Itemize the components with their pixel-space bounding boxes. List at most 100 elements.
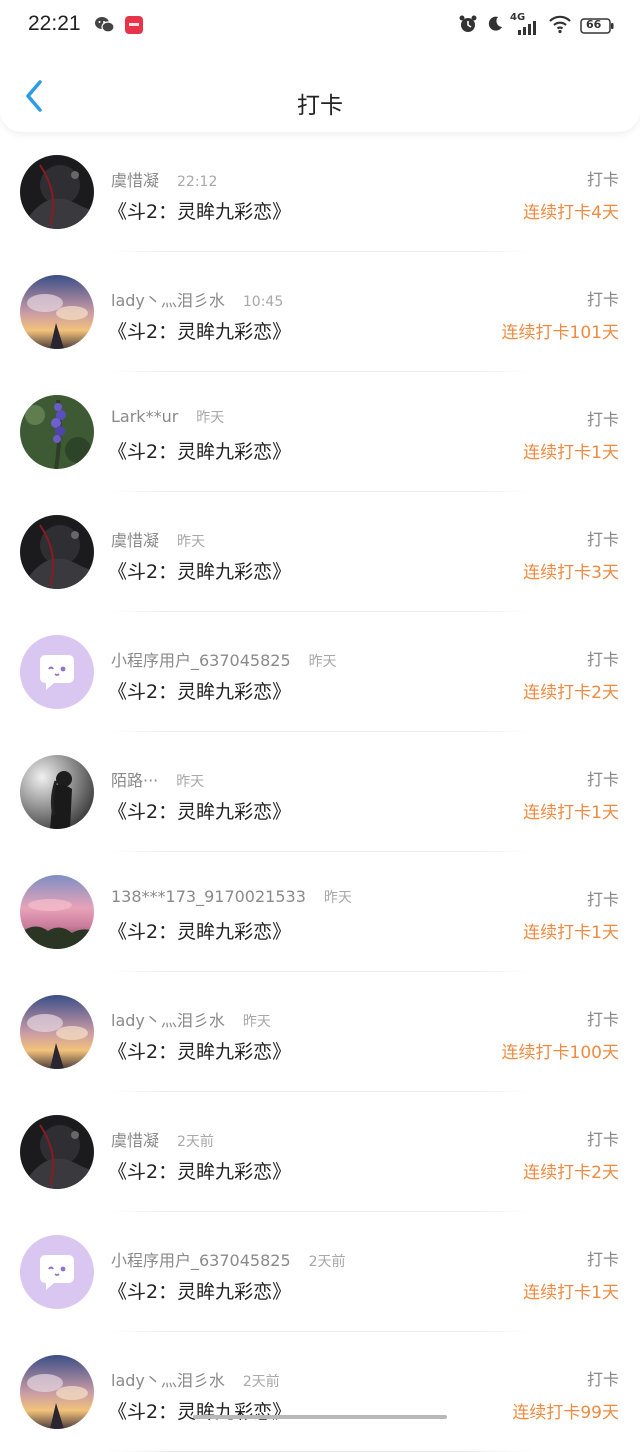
monochrome-girl-avatar[interactable] [20, 755, 94, 829]
checkin-time: 昨天 [176, 774, 205, 790]
username: 小程序用户_637045825 [111, 1251, 291, 1270]
entry-meta: lady丶灬泪彡水 2天前 [111, 1367, 280, 1391]
book-title: 《斗2：灵眸九彩恋》 [108, 561, 292, 583]
streak-days: 连续打卡1天 [523, 923, 619, 943]
entry-meta: 小程序用户_637045825 昨天 [111, 647, 337, 671]
cellular-signal-icon: 4G [510, 12, 540, 36]
entry-meta: 虞惜凝 昨天 [111, 527, 205, 551]
entry-meta: 陌路··· 昨天 [111, 767, 204, 791]
book-title: 《斗2：灵眸九彩恋》 [108, 921, 292, 943]
book-title: 《斗2：灵眸九彩恋》 [108, 1161, 292, 1183]
checkin-list: 虞惜凝 22:12 《斗2：灵眸九彩恋》 打卡 连续打卡4天 lady丶灬泪彡水 10:45… [0, 132, 640, 1452]
streak-days: 连续打卡2天 [523, 1163, 619, 1183]
username: 虞惜凝 [111, 531, 160, 550]
checkin-action-label: 打卡 [586, 770, 619, 789]
checkin-time: 22:12 [177, 174, 218, 190]
checkin-time: 2天前 [242, 1374, 280, 1390]
streak-days: 连续打卡4天 [523, 203, 619, 223]
status-bar: 22:21 4G 66 [0, 0, 640, 52]
dark-anime-avatar[interactable] [20, 515, 94, 589]
entry-meta: 138***173_9170021533 昨天 [111, 887, 352, 907]
entry-meta: Lark**ur 昨天 [111, 407, 224, 427]
checkin-action-label: 打卡 [586, 530, 619, 549]
checkin-list-item[interactable]: 138***173_9170021533 昨天《斗2：灵眸九彩恋》 打卡连续打卡1天 [0, 852, 640, 972]
checkin-time: 昨天 [308, 654, 337, 670]
username: 虞惜凝 [111, 1131, 160, 1150]
app-notification-icon [124, 15, 144, 39]
checkin-action-label: 打卡 [586, 1010, 619, 1029]
header: 打卡 [0, 52, 640, 132]
book-title: 《斗2：灵眸九彩恋》 [108, 681, 292, 703]
checkin-time: 昨天 [177, 534, 206, 550]
checkin-list-item[interactable]: 陌路··· 昨天《斗2：灵眸九彩恋》 打卡连续打卡1天 [0, 732, 640, 852]
checkin-action-label: 打卡 [586, 1130, 619, 1149]
username: 虞惜凝 [111, 171, 160, 190]
alarm-icon [458, 14, 478, 38]
book-title: 《斗2：灵眸九彩恋》 [108, 201, 292, 223]
battery-icon: 66 [580, 17, 614, 35]
checkin-list-item[interactable]: 小程序用户_637045825 昨天 《斗2：灵眸九彩恋》 打卡连续打卡2天 [0, 612, 640, 732]
streak-days: 连续打卡1天 [523, 1283, 619, 1303]
checkin-list-item[interactable]: lady丶灬泪彡水 2天前《斗2：灵眸九彩恋》 打卡连续打卡99天 [0, 1332, 640, 1452]
checkin-list-item[interactable]: 虞惜凝 昨天《斗2：灵眸九彩恋》 打卡连续打卡3天 [0, 492, 640, 612]
checkin-action-label: 打卡 [586, 410, 619, 429]
home-indicator[interactable] [193, 1415, 447, 1419]
book-title: 《斗2：灵眸九彩恋》 [108, 441, 292, 463]
username: lady丶灬泪彡水 [111, 291, 225, 310]
sunset-anime-avatar[interactable] [20, 275, 94, 349]
streak-days: 连续打卡100天 [501, 1043, 619, 1063]
entry-meta: lady丶灬泪彡水 昨天 [111, 1007, 271, 1031]
sunset-anime-avatar[interactable] [20, 995, 94, 1069]
default-chat-avatar[interactable] [20, 635, 94, 709]
checkin-list-item[interactable]: 小程序用户_637045825 2天前 《斗2：灵眸九彩恋》 打卡连续打卡1天 [0, 1212, 640, 1332]
streak-days: 连续打卡1天 [523, 443, 619, 463]
checkin-list-item[interactable]: lady丶灬泪彡水 10:45 《斗2：灵眸九彩恋》 打卡连续打卡101天 [0, 252, 640, 372]
username: 138***173_9170021533 [111, 887, 306, 906]
username: 陌路··· [111, 771, 159, 790]
do-not-disturb-moon-icon [486, 15, 504, 37]
entry-meta: 小程序用户_637045825 2天前 [111, 1247, 346, 1271]
book-title: 《斗2：灵眸九彩恋》 [108, 1041, 292, 1063]
checkin-action-label: 打卡 [586, 650, 619, 669]
status-time: 22:21 [28, 12, 81, 35]
wifi-icon [548, 14, 572, 38]
checkin-action-label: 打卡 [586, 890, 619, 909]
entry-meta: 虞惜凝 2天前 [111, 1127, 214, 1151]
username: Lark**ur [111, 407, 179, 426]
checkin-action-label: 打卡 [586, 1370, 619, 1389]
username: 小程序用户_637045825 [111, 651, 291, 670]
book-title: 《斗2：灵眸九彩恋》 [108, 321, 292, 343]
checkin-time: 昨天 [242, 1014, 271, 1030]
checkin-list-item[interactable]: Lark**ur 昨天《斗2：灵眸九彩恋》 打卡连续打卡1天 [0, 372, 640, 492]
streak-days: 连续打卡101天 [501, 323, 619, 343]
checkin-list-item[interactable]: 虞惜凝 2天前《斗2：灵眸九彩恋》 打卡连续打卡2天 [0, 1092, 640, 1212]
checkin-action-label: 打卡 [586, 290, 619, 309]
checkin-action-label: 打卡 [586, 1250, 619, 1269]
wechat-icon [94, 15, 116, 39]
default-chat-avatar[interactable] [20, 1235, 94, 1309]
page-title: 打卡 [297, 93, 343, 119]
streak-days: 连续打卡99天 [512, 1403, 619, 1423]
streak-days: 连续打卡2天 [523, 683, 619, 703]
checkin-list-item[interactable]: lady丶灬泪彡水 昨天《斗2：灵眸九彩恋》 打卡连续打卡100天 [0, 972, 640, 1092]
username: lady丶灬泪彡水 [111, 1011, 225, 1030]
checkin-time: 昨天 [196, 410, 225, 426]
checkin-list-item[interactable]: 虞惜凝 22:12 《斗2：灵眸九彩恋》 打卡连续打卡4天 [0, 132, 640, 252]
dark-anime-avatar[interactable] [20, 155, 94, 229]
checkin-action-label: 打卡 [586, 170, 619, 189]
book-title: 《斗2：灵眸九彩恋》 [108, 801, 292, 823]
lavender-flower-avatar[interactable] [20, 395, 94, 469]
book-title: 《斗2：灵眸九彩恋》 [108, 1281, 292, 1303]
streak-days: 连续打卡3天 [523, 563, 619, 583]
checkin-time: 2天前 [177, 1134, 214, 1150]
pink-sky-avatar[interactable] [20, 875, 94, 949]
checkin-time: 昨天 [323, 890, 352, 906]
streak-days: 连续打卡1天 [523, 803, 619, 823]
dark-anime-avatar[interactable] [20, 1115, 94, 1189]
book-title: 《斗2：灵眸九彩恋》 [108, 1401, 292, 1423]
entry-meta: 虞惜凝 22:12 [111, 167, 217, 191]
username: lady丶灬泪彡水 [111, 1371, 225, 1390]
entry-meta: lady丶灬泪彡水 10:45 [111, 287, 283, 311]
checkin-time: 10:45 [242, 294, 284, 310]
sunset-anime-avatar[interactable] [20, 1355, 94, 1429]
